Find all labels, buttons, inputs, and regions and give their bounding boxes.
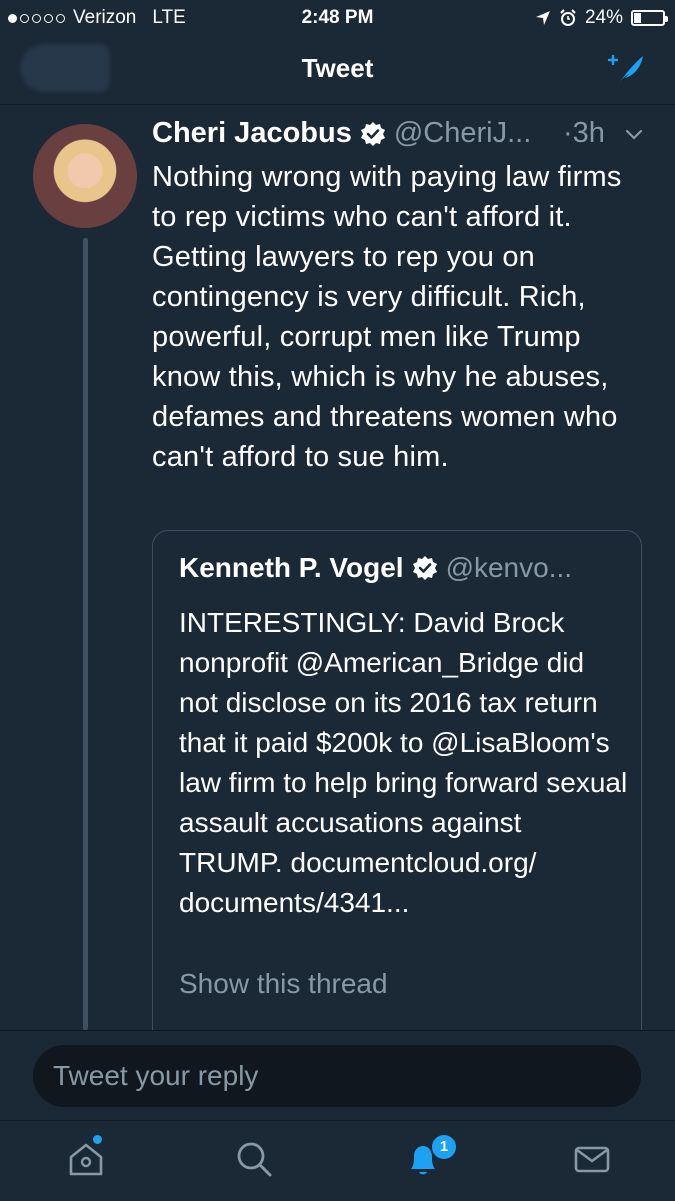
author-name[interactable]: Cheri Jacobus <box>152 117 352 150</box>
alarm-clock-icon <box>560 9 576 26</box>
thread-line <box>83 238 88 1030</box>
verified-badge-icon <box>412 556 437 580</box>
compose-tweet-icon[interactable] <box>603 50 647 90</box>
reply-bar: Tweet your reply <box>0 1030 675 1121</box>
reply-input[interactable]: Tweet your reply <box>33 1045 641 1107</box>
nav-bar: Tweet <box>0 36 675 105</box>
notification-badge: 1 <box>430 1133 458 1161</box>
quoted-author-name: Kenneth P. Vogel <box>179 552 404 583</box>
status-bar: Verizon LTE 2:48 PM 24% <box>0 0 675 36</box>
home-unread-dot <box>93 1135 102 1144</box>
quoted-author-handle: @kenvo... <box>445 552 573 583</box>
author-avatar[interactable] <box>33 124 137 228</box>
show-thread-link[interactable]: Show this thread <box>179 968 388 1000</box>
author-handle[interactable]: @CheriJ... <box>394 117 531 150</box>
page-title: Tweet <box>301 53 374 83</box>
tweet-time: ·3h <box>563 117 605 149</box>
tweet-text: Nothing wrong with paying law firms to r… <box>152 161 622 473</box>
battery-icon <box>631 10 668 26</box>
verified-badge-icon <box>360 121 385 146</box>
quoted-tweet-text: INTERESTINGLY: David Brock nonprofit @Am… <box>179 607 628 918</box>
home-icon[interactable] <box>66 1139 106 1179</box>
status-right: 24% <box>535 7 668 29</box>
messages-icon[interactable] <box>572 1139 612 1179</box>
tab-bar: 1 <box>0 1120 675 1201</box>
quoted-tweet[interactable]: Kenneth P. Vogel @kenvo... INTERESTINGLY… <box>152 530 642 1052</box>
location-arrow-icon <box>535 11 550 25</box>
quoted-tweet-header: Kenneth P. Vogel @kenvo... <box>179 552 572 584</box>
battery-percent: 24% <box>584 7 623 28</box>
chevron-down-icon[interactable] <box>624 128 644 142</box>
tweet-header[interactable]: Cheri Jacobus @CheriJ... <box>152 117 531 150</box>
search-icon[interactable] <box>234 1139 274 1179</box>
